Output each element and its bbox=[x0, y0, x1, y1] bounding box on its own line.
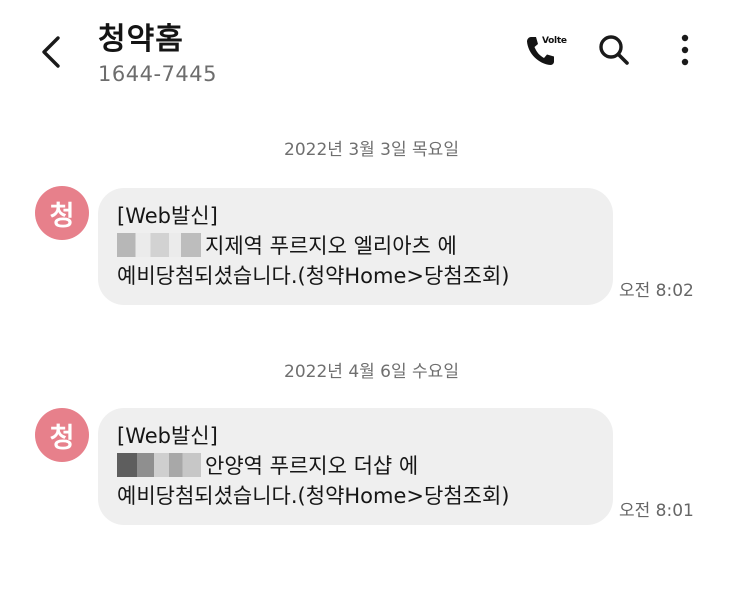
message-bubble[interactable]: [Web발신] 지제역 푸르지오 엘리아츠 에 예비당첨되셨습니다.(청약Hom… bbox=[98, 188, 613, 305]
contact-number: 1644-7445 bbox=[98, 62, 217, 86]
date-separator: 2022년 3월 3일 목요일 bbox=[284, 140, 459, 160]
search-button[interactable] bbox=[594, 30, 634, 70]
search-icon bbox=[599, 35, 629, 65]
message-line-text: 지제역 푸르지오 엘리아츠 에 bbox=[205, 234, 457, 258]
message-line-redacted: 지제역 푸르지오 엘리아츠 에 bbox=[117, 231, 595, 261]
chevron-left-icon bbox=[42, 36, 60, 68]
message-line-redacted: 안양역 푸르지오 더샵 에 bbox=[117, 451, 595, 481]
message-line: 예비당첨되셨습니다.(청약Home>당첨조회) bbox=[117, 264, 510, 288]
redacted-name bbox=[117, 453, 201, 477]
back-button[interactable] bbox=[28, 28, 76, 76]
redacted-name bbox=[117, 233, 201, 257]
message-line: [Web발신] bbox=[117, 204, 218, 228]
more-options-button[interactable] bbox=[670, 30, 700, 70]
date-separator: 2022년 4월 6일 수요일 bbox=[284, 362, 459, 382]
conversation-header: 청약홈 1644-7445 Volte bbox=[0, 0, 743, 100]
contact-name: 청약홈 bbox=[98, 22, 184, 57]
more-vertical-icon bbox=[681, 34, 689, 66]
sender-avatar[interactable]: 청 bbox=[35, 408, 89, 462]
volte-badge: Volte bbox=[542, 36, 567, 46]
message-timestamp: 오전 8:01 bbox=[619, 501, 694, 521]
message-bubble[interactable]: [Web발신] 안양역 푸르지오 더샵 에 예비당첨되셨습니다.(청약Home>… bbox=[98, 408, 613, 525]
message-timestamp: 오전 8:02 bbox=[619, 281, 694, 301]
message-line-text: 안양역 푸르지오 더샵 에 bbox=[205, 454, 419, 478]
message-line: [Web발신] bbox=[117, 424, 218, 448]
sender-avatar[interactable]: 청 bbox=[35, 186, 89, 240]
call-button[interactable]: Volte bbox=[520, 28, 568, 72]
message-line: 예비당첨되셨습니다.(청약Home>당첨조회) bbox=[117, 484, 510, 508]
